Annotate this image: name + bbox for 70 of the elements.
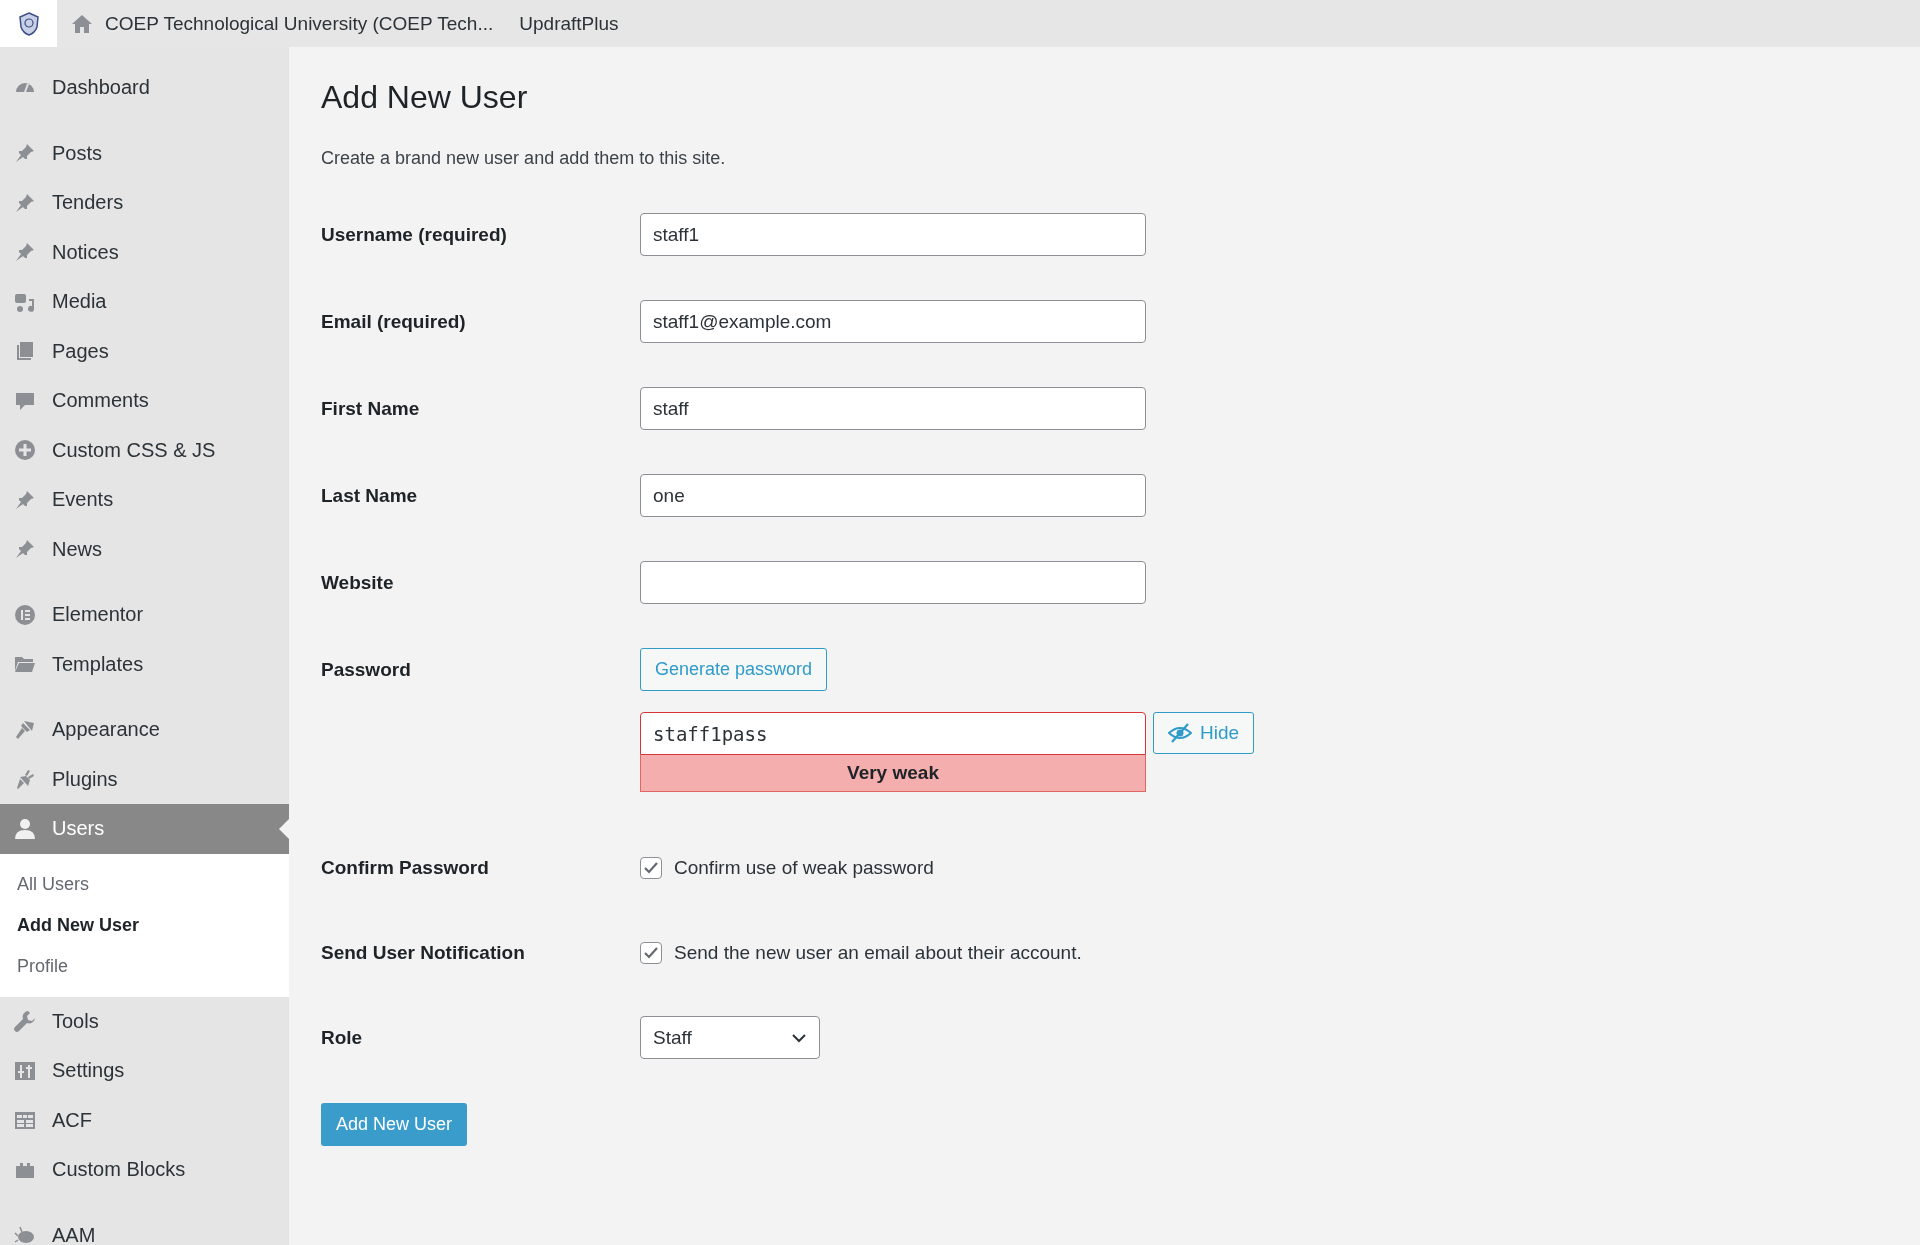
sidebar-item[interactable]: Custom Blocks [0,1145,289,1195]
submenu-item[interactable]: Add New User [0,904,289,946]
sidebar-item[interactable]: Custom CSS & JS [0,425,289,475]
logo-icon[interactable] [0,0,57,47]
eye-slash-icon [1168,723,1192,743]
field-label: Confirm Password [321,856,490,879]
page-title: Add New User [321,79,529,116]
sidebar-item[interactable]: Notices [0,227,289,277]
sidebar-item[interactable]: Plugins [0,754,289,804]
sidebar-item[interactable]: Comments [0,376,289,426]
text-input[interactable]: staff1@example.com [640,300,1146,343]
text-input[interactable]: staff [640,387,1146,430]
sidebar-item[interactable]: Tenders [0,178,289,228]
submenu-item[interactable]: Profile [0,945,289,987]
wrench-icon [14,1010,36,1033]
sidebar-item[interactable]: Users [0,804,289,854]
bug-icon [14,1224,36,1245]
sidebar-item[interactable]: Dashboard [0,63,289,113]
checkbox[interactable] [640,856,662,879]
role-dropdown[interactable]: Staff [640,1016,820,1059]
sidebar-item[interactable]: Pages [0,326,289,376]
field-label: Last Name [321,484,419,507]
password-input[interactable]: staff1pass [640,712,1146,755]
sidebar-item[interactable]: Posts [0,128,289,178]
pushpin-icon [14,538,36,561]
submenu-item[interactable]: All Users [0,863,289,905]
password-strength-meter: Very weak [640,755,1146,792]
pushpin-icon [14,142,36,165]
checkbox-label: Confirm use of weak password [674,856,934,879]
field-label: Username (required) [321,223,508,246]
table-icon [14,1109,36,1132]
sidebar-item[interactable]: Media [0,277,289,327]
text-input[interactable]: one [640,474,1146,517]
text-input[interactable] [640,561,1146,604]
checkmark-icon [643,945,659,960]
pages-icon [14,340,36,363]
checkmark-icon [643,860,659,875]
sidebar-item[interactable]: Events [0,475,289,525]
field-label: Email (required) [321,310,467,333]
field-label: Role [321,1026,364,1049]
site-name-link[interactable]: COEP Technological University (COEP Tech... [105,12,494,35]
field-label: Website [321,571,395,594]
plus-circle-icon [14,439,36,462]
sidebar-item[interactable]: AAM [0,1210,289,1245]
paintbrush-icon [14,718,36,741]
active-indicator [279,818,289,839]
elementor-circle-icon [14,603,36,626]
home-icon[interactable] [71,13,93,34]
field-label: Password [321,658,412,682]
page-description: Create a brand new user and add them to this site. [321,148,727,169]
sidebar-item[interactable]: Appearance [0,705,289,755]
pushpin-icon [14,488,36,511]
pushpin-icon [14,191,36,214]
sidebar-item[interactable]: Templates [0,639,289,689]
plugin-link[interactable]: UpdraftPlus [519,12,619,35]
sliders-icon [14,1059,36,1082]
chevron-down-icon [791,1032,807,1043]
plug-icon [14,768,36,791]
field-label: First Name [321,397,421,420]
pushpin-icon [14,241,36,264]
field-label: Send User Notification [321,941,526,964]
checkbox[interactable] [640,941,662,964]
sidebar-item[interactable]: Elementor [0,590,289,640]
sidebar-item[interactable]: Settings [0,1046,289,1096]
checkbox-label: Send the new user an email about their account. [674,941,1082,964]
user-icon [14,817,36,840]
sidebar-item[interactable]: ACF [0,1095,289,1145]
text-input[interactable]: staff1 [640,213,1146,256]
sidebar-item[interactable]: News [0,524,289,574]
sidebar-item[interactable]: Tools [0,996,289,1046]
